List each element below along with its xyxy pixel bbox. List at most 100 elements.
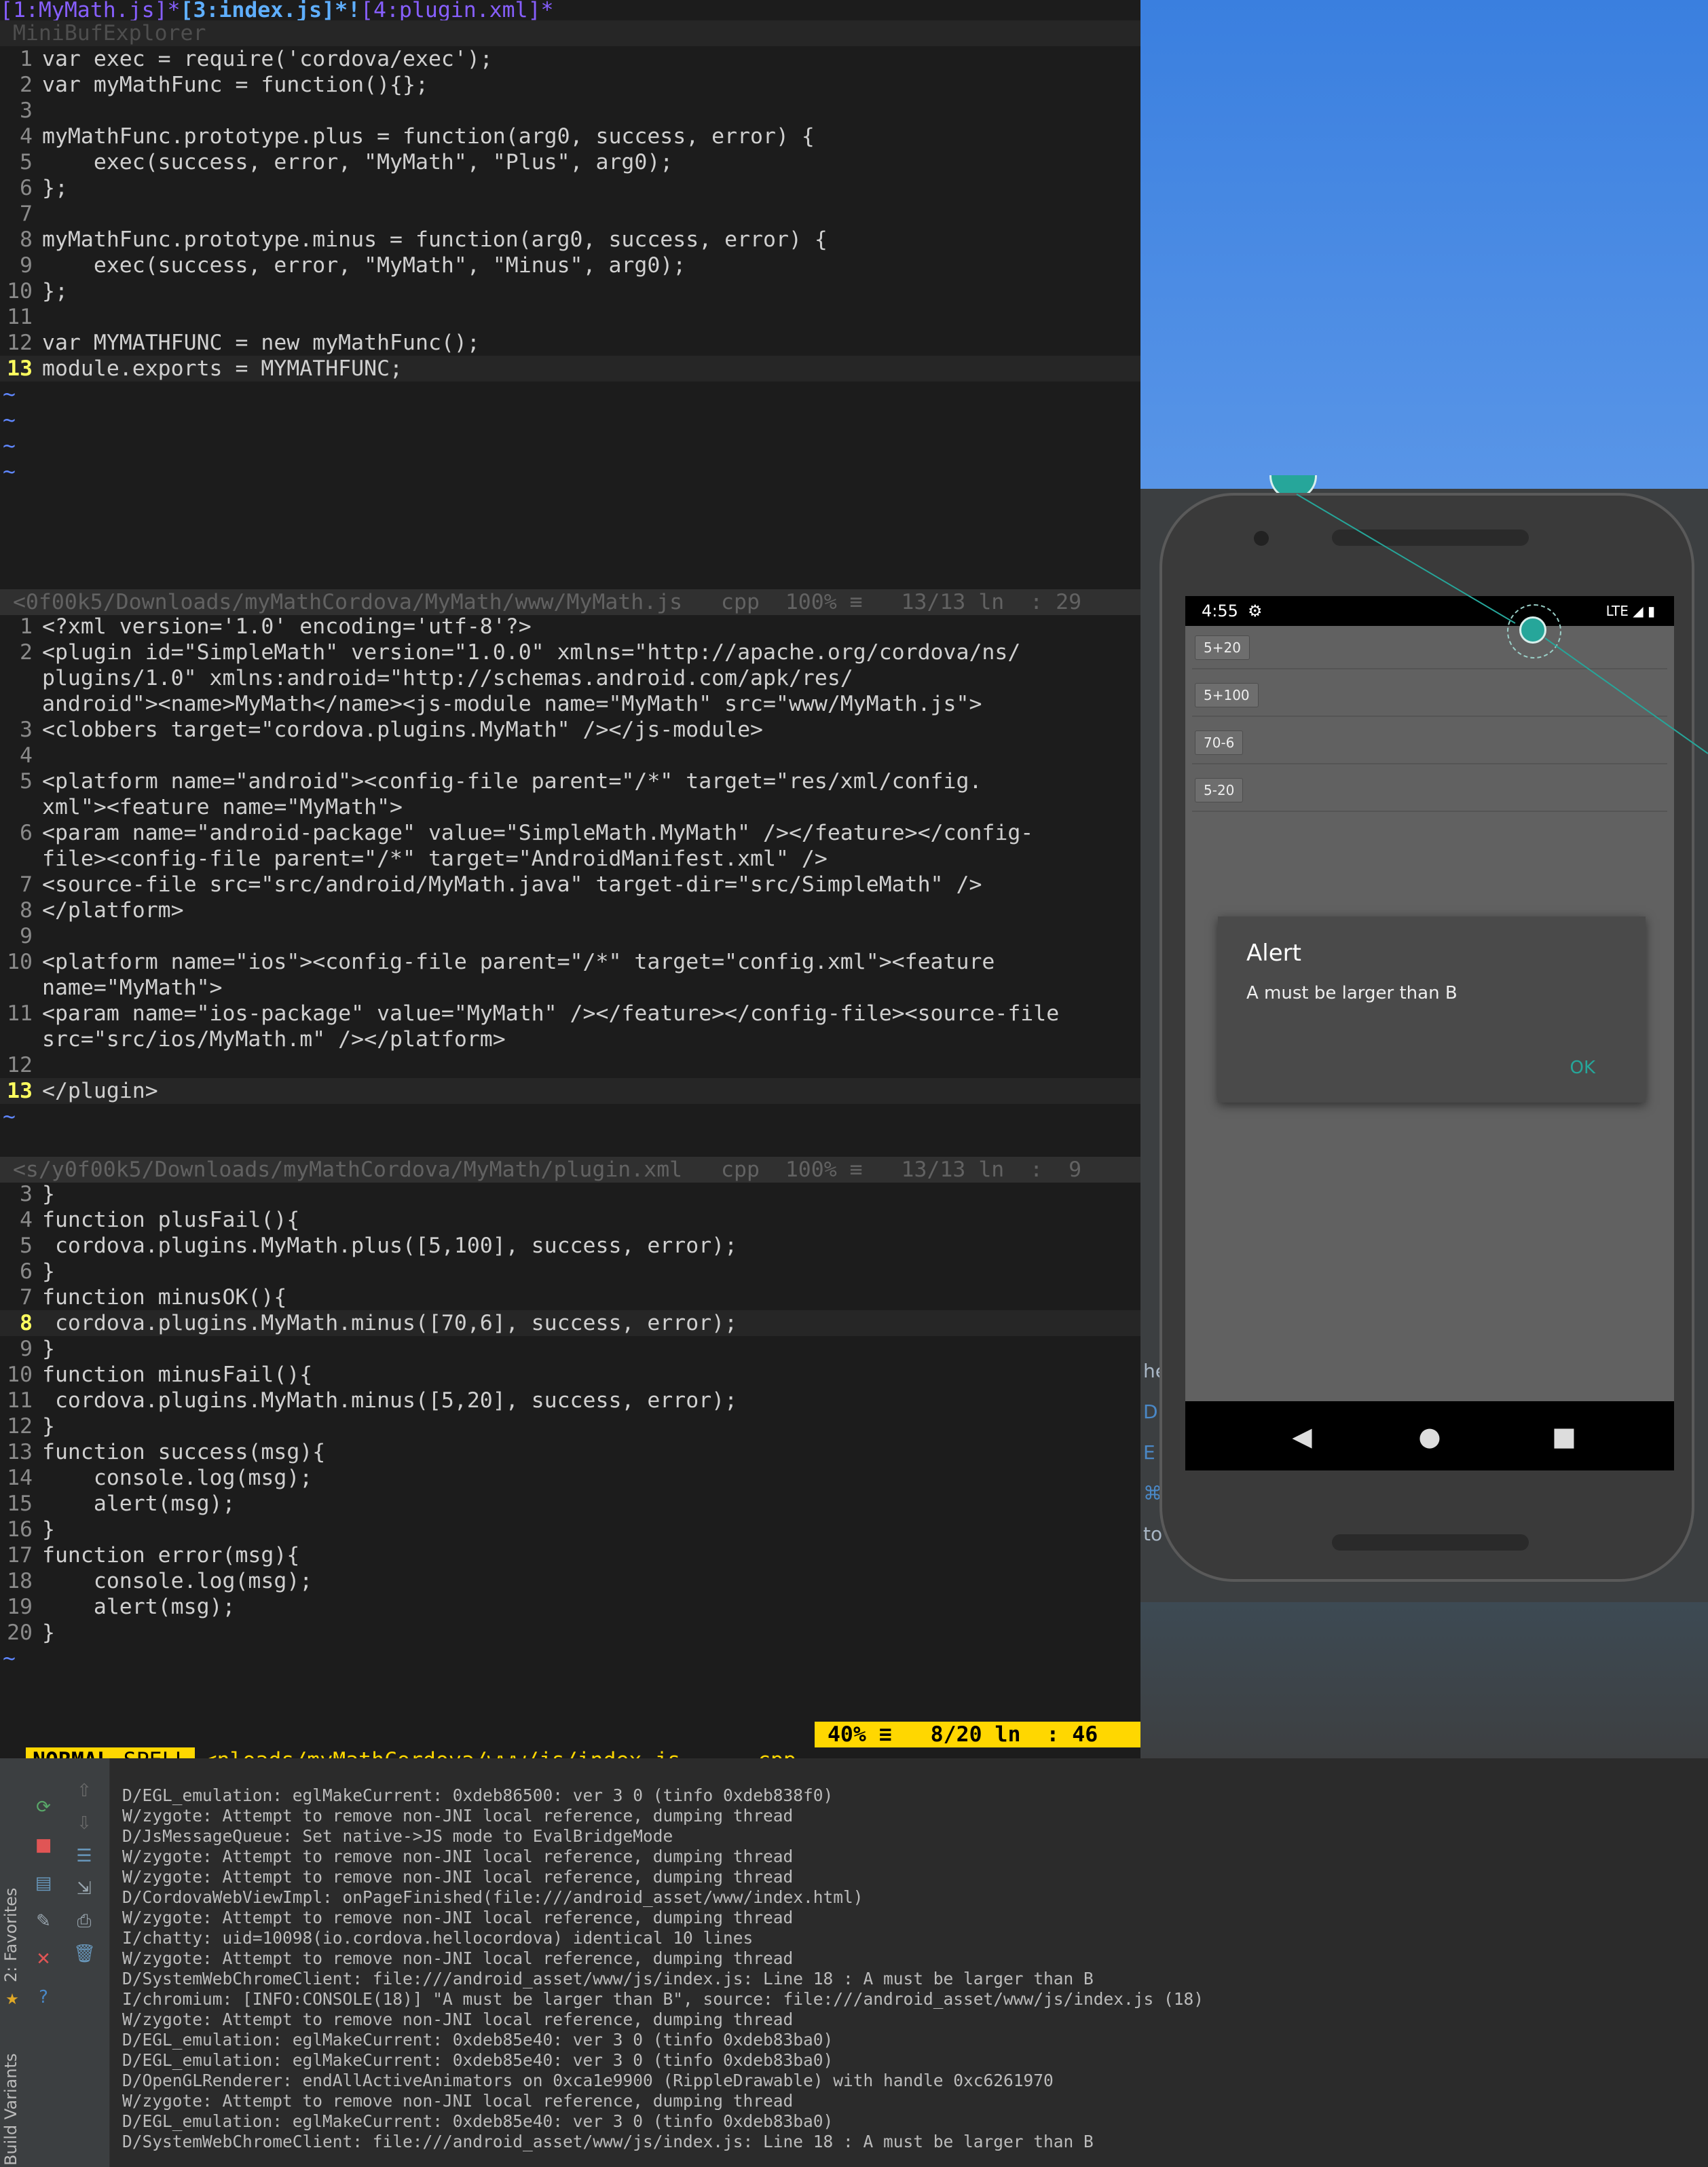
code-line[interactable]: 14 console.log(msg); [0, 1465, 1140, 1491]
log-line: D/EGL_emulation: eglMakeCurrent: 0xdeb85… [122, 2111, 834, 2131]
line-number: 18 [7, 1569, 33, 1593]
line-number: 11 [7, 1388, 33, 1413]
close-icon[interactable]: ✕ [33, 1948, 54, 1970]
line-number: 4 [20, 1208, 33, 1232]
clear-logcat-icon[interactable]: 🗑 [73, 1943, 96, 1965]
line-text: <source-file src="src/android/MyMath.jav… [42, 872, 982, 897]
dialog-title: Alert [1246, 940, 1301, 967]
code-line[interactable]: 7 function minusOK(){ [0, 1284, 1140, 1310]
line-text: function success(msg){ [42, 1440, 326, 1464]
line-text: } [42, 1337, 55, 1361]
dialog-ok-button[interactable]: OK [1570, 1058, 1595, 1078]
pane2-statusline-text: <s/y0f00k5/Downloads/myMathCordova/MyMat… [12, 1157, 1082, 1182]
help-icon[interactable]: ? [33, 1986, 54, 2008]
code-line[interactable]: 10 function minusFail(){ [0, 1362, 1140, 1388]
code-line[interactable]: 11 cordova.plugins.MyMath.minus([5,20], … [0, 1388, 1140, 1413]
line-text: } [42, 1620, 55, 1645]
code-line[interactable]: 9 [0, 923, 1140, 949]
code-line[interactable]: 8 cordova.plugins.MyMath.minus([70,6], s… [0, 1310, 1140, 1336]
favorites-tab[interactable]: 2: Favorites [1, 1888, 20, 1982]
line-number: 10 [7, 1363, 33, 1387]
line-text: <param name="ios-package" value="MyMath"… [42, 1001, 1060, 1026]
line-number: 17 [7, 1543, 33, 1568]
back-icon[interactable]: ◀ [1283, 1418, 1321, 1456]
line-number: 9 [20, 924, 33, 948]
code-line[interactable]: 4 function plusFail(){ [0, 1207, 1140, 1233]
dialog-message: A must be larger than B [1246, 983, 1458, 1003]
build-variants-tab[interactable]: Build Variants [1, 2053, 20, 2166]
bottom-speaker [1332, 1534, 1529, 1551]
code-line[interactable]: 11 <param name="ios-package" value="MyMat… [0, 1001, 1140, 1026]
recents-icon[interactable]: ■ [1545, 1418, 1583, 1456]
code-line[interactable]: 3} [0, 1181, 1140, 1207]
alert-dialog: Alert A must be larger than B OK [1218, 916, 1646, 1103]
layout-icon[interactable]: ▤ [33, 1872, 54, 1894]
line-number: 10 [7, 950, 33, 974]
code-line[interactable]: 13 function success(msg){ [0, 1439, 1140, 1465]
log-line: W/zygote: Attempt to remove non-JNI loca… [122, 1867, 794, 1887]
logcat-output: D/EGL_emulation: eglMakeCurrent: 0xdeb86… [122, 1785, 1204, 2152]
log-line: D/SystemWebChromeClient: file:///android… [122, 2132, 1094, 2151]
scroll-down-icon[interactable]: ⇩ [73, 1813, 95, 1834]
code-line[interactable]: 6} [0, 1259, 1140, 1284]
stop-icon[interactable]: ■ [33, 1834, 54, 1856]
code-line[interactable]: 9} [0, 1336, 1140, 1362]
code-line[interactable]: 16} [0, 1517, 1140, 1542]
code-line[interactable]: 19 alert(msg); [0, 1594, 1140, 1620]
code-line[interactable]: 5 cordova.plugins.MyMath.plus([5,100], s… [0, 1233, 1140, 1259]
log-line: I/chromium: [INFO:CONSOLE(18)] "A must b… [122, 1989, 1204, 2009]
code-line[interactable]: 18 console.log(msg); [0, 1568, 1140, 1594]
code-line[interactable]: 7 <source-file src="src/android/MyMath.ja… [0, 872, 1140, 897]
log-line: D/EGL_emulation: eglMakeCurrent: 0xdeb85… [122, 2050, 834, 2070]
line-text: cordova.plugins.MyMath.minus([5,20], suc… [42, 1388, 738, 1413]
line-number: 13 [7, 1079, 33, 1103]
android-nav-bar: ◀ ● ■ [1185, 1401, 1674, 1470]
line-number: 13 [7, 1440, 33, 1464]
line-text: file><config-file parent="/*" target="An… [42, 847, 828, 871]
scroll-to-end-icon[interactable]: ⇲ [73, 1878, 95, 1900]
line-text: function minusFail(){ [42, 1363, 313, 1387]
line-text: console.log(msg); [42, 1569, 313, 1593]
pin-icon[interactable]: ✎ [33, 1910, 54, 1932]
code-line[interactable]: file><config-file parent="/*" target="An… [0, 846, 1140, 872]
restart-icon[interactable]: ⟳ [33, 1796, 54, 1818]
line-text: function error(msg){ [42, 1543, 300, 1568]
line-text: } [42, 1414, 55, 1439]
code-line[interactable]: 15 alert(msg); [0, 1491, 1140, 1517]
line-number: 12 [7, 1414, 33, 1439]
line-text: alert(msg); [42, 1595, 236, 1619]
line-text: src="src/ios/MyMath.m" /></platform> [42, 1027, 506, 1052]
line-number: 7 [20, 1285, 33, 1310]
logcat-toolbar: ⟳ ■ ▤ ✎ ✕ ? ⇧ ⇩ ☰ ⇲ ⎙ 🗑 [24, 1758, 110, 2167]
soft-wrap-icon[interactable]: ☰ [73, 1845, 95, 1867]
code-line[interactable]: 20} [0, 1620, 1140, 1646]
code-line[interactable]: 17 function error(msg){ [0, 1542, 1140, 1568]
line-number: 9 [20, 1337, 33, 1361]
code-line[interactable]: 10 <platform name="ios"><config-file pare… [0, 949, 1140, 975]
logcat-panel: 2: Favorites Build Variants ★ ⟳ ■ ▤ ✎ ✕ … [0, 1758, 1708, 2167]
print-icon[interactable]: ⎙ [73, 1910, 95, 1932]
code-line[interactable]: 6 <param name="android-package" value="Si… [0, 820, 1140, 846]
line-number: 7 [20, 872, 33, 897]
home-icon[interactable]: ● [1411, 1418, 1449, 1456]
code-line[interactable]: 8 </platform> [0, 897, 1140, 923]
empty-line-marker: ~ [3, 1646, 16, 1671]
scroll-up-icon[interactable]: ⇧ [73, 1780, 95, 1802]
line-text: name="MyMath"> [42, 976, 223, 1000]
line-text: <platform name="ios"><config-file parent… [42, 950, 995, 974]
code-line[interactable]: src="src/ios/MyMath.m" /></platform> [0, 1026, 1140, 1052]
favorite-star-icon[interactable]: ★ [1, 1989, 23, 2011]
touch-trail [1296, 494, 1708, 754]
log-line: W/zygote: Attempt to remove non-JNI loca… [122, 1847, 794, 1866]
log-line: W/zygote: Attempt to remove non-JNI loca… [122, 1908, 794, 1927]
line-text: </plugin> [42, 1079, 158, 1103]
line-number: 15 [7, 1492, 33, 1516]
code-line[interactable]: name="MyMath"> [0, 975, 1140, 1001]
line-text: console.log(msg); [42, 1466, 313, 1490]
code-line[interactable]: 12 [0, 1052, 1140, 1078]
line-text: } [42, 1259, 55, 1284]
line-text: function plusFail(){ [42, 1208, 300, 1232]
code-line[interactable]: 13 </plugin> [0, 1078, 1140, 1104]
code-line[interactable]: 12} [0, 1413, 1140, 1439]
cursor-position: 40% ≡ 8/20 ln : 46 [815, 1722, 1140, 1747]
